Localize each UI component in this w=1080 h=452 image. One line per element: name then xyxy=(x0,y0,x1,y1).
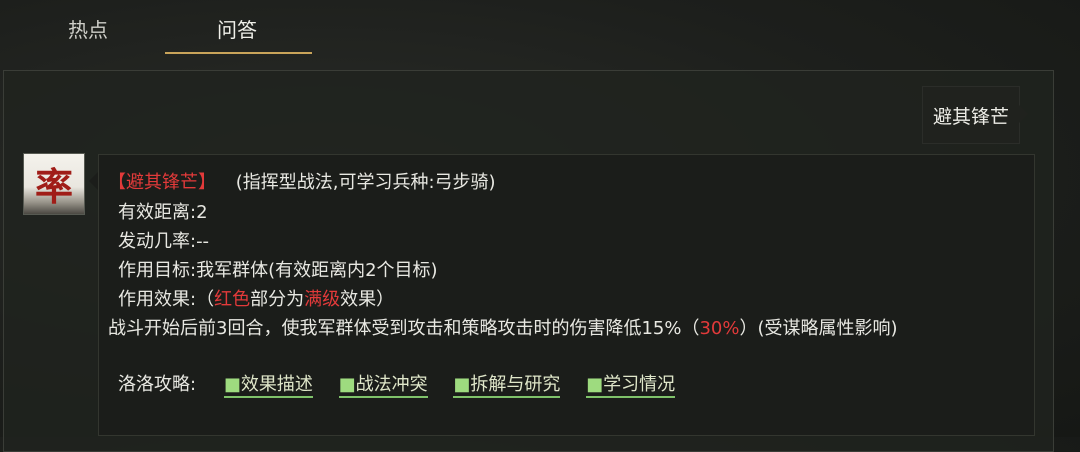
bullet-icon: ■ xyxy=(586,374,604,395)
effect-max: 满级 xyxy=(304,289,341,310)
user-question-bubble[interactable]: 避其锋芒 xyxy=(922,86,1020,144)
tactic-name: 【避其锋芒】 xyxy=(108,172,216,193)
answer-bubble-tail xyxy=(89,172,98,190)
link-effect-description[interactable]: ■效果描述 xyxy=(223,374,313,398)
tactic-target: 作用目标:我军群体(有效距离内2个目标) xyxy=(118,260,438,281)
bullet-icon: ■ xyxy=(338,374,356,395)
effect-mid: 部分为 xyxy=(250,289,305,310)
desc-suffix: ）(受谋略属性影响) xyxy=(739,318,898,339)
effect-suffix: 效果） xyxy=(340,289,395,310)
link-analysis-research[interactable]: ■拆解与研究 xyxy=(453,374,561,398)
link-tactic-conflict[interactable]: ■战法冲突 xyxy=(338,374,428,398)
avatar: 率 xyxy=(23,153,85,215)
avatar-char: 率 xyxy=(34,164,73,209)
tactic-description: 战斗开始后前3回合，使我军群体受到攻击和策略攻击时的伤害降低15%（30%）(受… xyxy=(108,314,898,340)
tab-bar: 热点 问答 xyxy=(0,0,1080,56)
guide-label: 洛洛攻略: xyxy=(118,374,197,395)
effect-prefix: 作用效果:（ xyxy=(118,289,215,310)
tactic-probability: 发动几率:-- xyxy=(118,231,210,252)
effect-red: 红色 xyxy=(214,289,251,310)
tactic-type: (指挥型战法,可学习兵种:弓步骑) xyxy=(235,172,496,193)
link-learning-status[interactable]: ■学习情况 xyxy=(586,374,676,398)
active-tab-indicator xyxy=(165,52,312,54)
tactic-header: 【避其锋芒】 (指挥型战法,可学习兵种:弓步骑) xyxy=(108,168,496,194)
tactic-effect: 作用效果:（红色部分为满级效果） xyxy=(118,285,394,311)
user-bubble-tail xyxy=(1018,104,1028,124)
bullet-icon: ■ xyxy=(223,374,241,395)
desc-red: 30% xyxy=(699,318,740,339)
tactic-distance: 有效距离:2 xyxy=(118,202,208,223)
desc-prefix: 战斗开始后前3回合，使我军群体受到攻击和策略攻击时的伤害降低15%（ xyxy=(108,318,700,339)
bullet-icon: ■ xyxy=(453,374,471,395)
guide-links: 洛洛攻略: ■效果描述 ■战法冲突 ■拆解与研究 ■学习情况 xyxy=(118,370,695,398)
tab-qa[interactable]: 问答 xyxy=(217,14,257,43)
tab-hot[interactable]: 热点 xyxy=(68,14,108,43)
